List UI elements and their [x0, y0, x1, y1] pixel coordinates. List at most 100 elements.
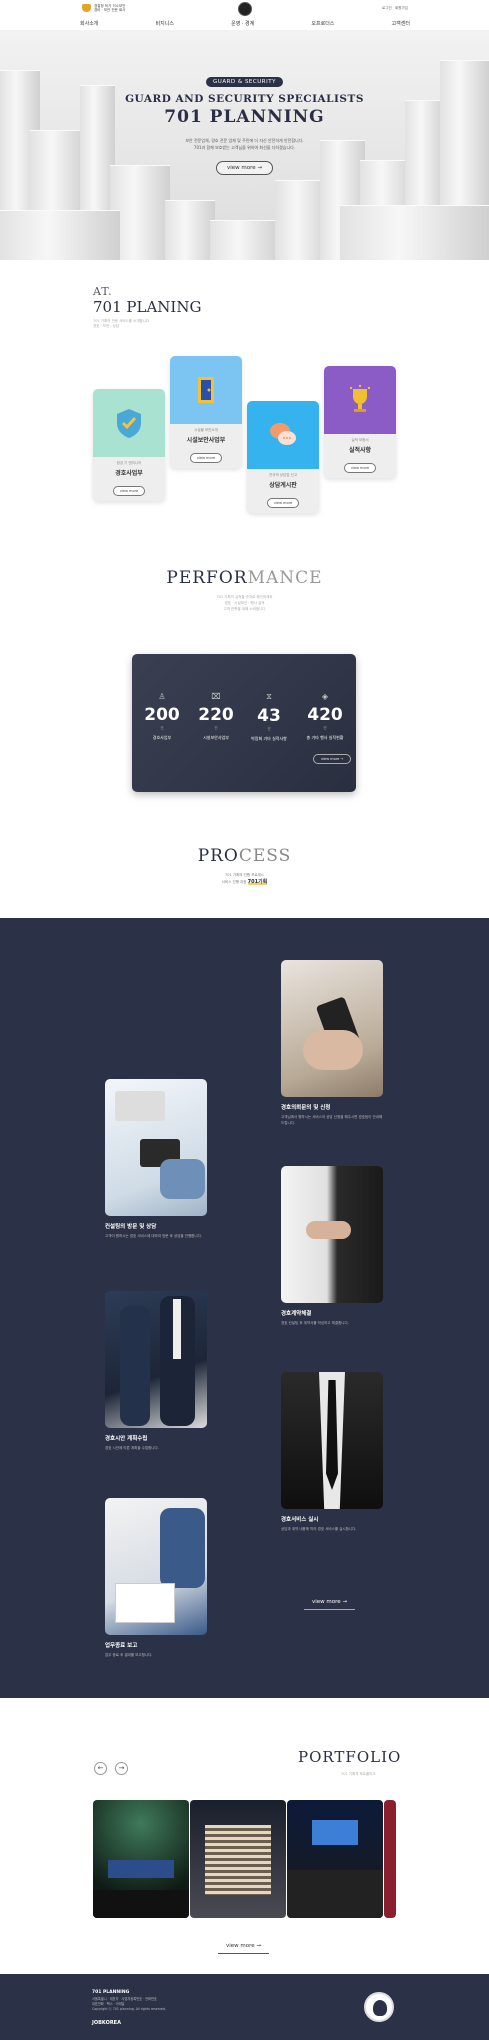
- about-title: 701 PLANING: [93, 298, 202, 316]
- main-nav: 회사소개 비지니스 운영 · 경계 오프로더스 고객센터: [80, 20, 410, 27]
- step-description: 경호 시안에 따른 계획을 수립합니다.: [105, 1446, 159, 1450]
- port-btn-label: view more: [226, 1943, 255, 1949]
- step-title: 경호의뢰문의 및 신청: [281, 1105, 331, 1111]
- stat-unit: 건: [267, 727, 271, 731]
- users-icon: ♙: [158, 692, 166, 701]
- portfolio-subtitle: 701 기획의 포트폴리오: [341, 1772, 376, 1776]
- card-caption: 시설물 보안소개: [194, 428, 218, 432]
- stat-number: 420: [307, 705, 343, 725]
- page: 경찰청 허가 701보안 경비 · 보안 전문 회사 로그인 · 회원가입 회사…: [0, 0, 489, 2040]
- stat-label: 시설보안사업부: [203, 735, 229, 740]
- site-header: 경찰청 허가 701보안 경비 · 보안 전문 회사 로그인 · 회원가입 회사…: [0, 0, 489, 30]
- service-card-consult[interactable]: 전국적 상담업 신고 상담게시판 view more: [247, 401, 319, 513]
- step-title: 경호시안 계획수립: [105, 1436, 148, 1442]
- police-emblem-icon: [82, 4, 91, 12]
- hero-badge: GUARD & SECURITY: [206, 77, 283, 87]
- nav-item-offroaders[interactable]: 오프로더스: [311, 20, 334, 27]
- step-title: 컨설팅의 방문 및 상담: [105, 1224, 157, 1230]
- company-seal-icon: [364, 1992, 394, 2022]
- step-title: 경호계약체결: [281, 1311, 312, 1317]
- nav-item-about[interactable]: 회사소개: [80, 20, 98, 27]
- brand-mark-icon[interactable]: [238, 2, 252, 16]
- step-description: 업무 종료 후 결과를 보고합니다.: [105, 1653, 153, 1657]
- proc-sub-line: 701 기획의 진행 프로세스: [225, 873, 264, 877]
- handshake-image: [281, 1166, 383, 1303]
- about-sub-line: 경호 · 보안 · 상담: [93, 324, 119, 328]
- portfolio-title: PORTFOLIO: [298, 1748, 402, 1766]
- hero-view-more-button[interactable]: view more →: [215, 161, 274, 175]
- card-view-more-button[interactable]: view more: [266, 498, 300, 508]
- stat-label: 경호사업부: [152, 735, 172, 740]
- nav-item-support[interactable]: 고객센터: [392, 20, 410, 27]
- company-logo[interactable]: 경찰청 허가 701보안 경비 · 보안 전문 회사: [82, 4, 125, 12]
- nav-item-operations[interactable]: 운영 · 경계: [231, 20, 254, 27]
- stat-number: 220: [198, 705, 234, 725]
- hero-desc-line: 701과 함께 보호받는 고객님을 위하여 최선을 다하겠습니다.: [193, 145, 296, 150]
- arrow-right-icon: →: [256, 1943, 262, 1949]
- portfolio-item-concert[interactable]: [93, 1800, 189, 1918]
- process-step-1[interactable]: 경호의뢰문의 및 신청 고객님께서 원하시는 서비스의 상담 신청을 해주시면 …: [281, 960, 383, 1126]
- card-title: 실적사항: [348, 447, 372, 454]
- service-card-guard[interactable]: 정성 기 엔지니어 경호사업부 view more: [93, 389, 165, 501]
- service-card-records[interactable]: 실적 보증서 실적사항 view more: [324, 366, 396, 478]
- step-description: 상담과 계약 내용에 따라 경호 서비스를 실시합니다.: [281, 1527, 357, 1531]
- about-at: AT.: [93, 285, 113, 298]
- process-section: [0, 918, 489, 1698]
- portfolio-item-partial[interactable]: [384, 1800, 396, 1918]
- arrow-right-icon: →: [257, 165, 263, 171]
- stat-facility: ⌧ 220 건 시설보안사업부: [191, 692, 241, 741]
- logo-text: 경찰청 허가 701보안 경비 · 보안 전문 회사: [94, 4, 126, 12]
- portfolio-item-building[interactable]: [190, 1800, 286, 1918]
- footer-info: 서울특별시 · 대표자 · 사업자등록번호 · 전화번호 대표전화 · 팩스 ·…: [92, 1997, 166, 2012]
- hero-title: GUARD AND SECURITY SPECIALISTS: [125, 93, 364, 105]
- card-view-more-button[interactable]: view more: [343, 463, 377, 473]
- performance-stats-panel: ♙ 200 건 경호사업부 ⌧ 220 건 시설보안사업부 ⧖ 43 건 박람회…: [132, 654, 356, 792]
- arrow-left-icon[interactable]: ←: [94, 1762, 107, 1775]
- hero-content: GUARD & SECURITY GUARD AND SECURITY SPEC…: [0, 68, 489, 175]
- top-links[interactable]: 로그인 · 회원가입: [382, 6, 408, 11]
- performance-title-dark: PERFOR: [166, 568, 248, 588]
- process-title: PROCESS: [0, 846, 489, 866]
- hero-subtitle: 701 PLANNING: [164, 107, 325, 127]
- about-section-header: AT. 701 PLANING 701 기획의 전문 서비스를 소개합니다 경호…: [93, 285, 201, 329]
- arrow-right-icon: →: [340, 757, 344, 761]
- card-view-more-button[interactable]: view more: [189, 453, 223, 463]
- hero-banner: GUARD & SECURITY GUARD AND SECURITY SPEC…: [0, 30, 489, 260]
- step-description: 고객이 원하시는 경호 서비스에 대하여 방문 후 상담을 진행합니다.: [105, 1234, 202, 1238]
- hero-desc-line: 보안 전문업체, 경호 전문 업체 및 주민에 더 자신 안전하게 안전합니다.: [185, 138, 304, 143]
- stat-unit: 건: [214, 726, 218, 730]
- card-view-more-button[interactable]: view more: [112, 486, 146, 496]
- stat-label: 박람회 기타 실적사항: [251, 736, 287, 741]
- portfolio-view-more-button[interactable]: view more →: [218, 1941, 270, 1954]
- step-description: 경호 컨설팅 후 계약서를 작성하고 체결합니다.: [281, 1321, 349, 1325]
- about-subtitle: 701 기획의 전문 서비스를 소개합니다 경호 · 보안 · 상담: [93, 319, 201, 329]
- camera-off-icon: ⌧: [211, 692, 221, 701]
- process-view-more-button[interactable]: view more →: [304, 1597, 356, 1610]
- stat-unit: 건: [160, 726, 164, 730]
- nav-item-business[interactable]: 비지니스: [156, 20, 174, 27]
- hourglass-icon: ⧖: [266, 692, 272, 701]
- service-card-facility[interactable]: 시설물 보안소개 시설보안사업부 view more: [170, 356, 242, 468]
- business-team-image: [105, 1291, 207, 1428]
- footer-brand[interactable]: JOBKOREA: [92, 2020, 121, 2026]
- process-step-6[interactable]: 업무종료 보고 업무 종료 후 결과를 보고합니다.: [105, 1498, 207, 1659]
- phone-hands-image: [281, 960, 383, 1097]
- stat-label: 총 기타 행사 실적현황: [306, 735, 344, 740]
- process-step-3[interactable]: 경호계약체결 경호 컨설팅 후 계약서를 작성하고 체결합니다.: [281, 1166, 383, 1327]
- hero-description: 보안 전문업체, 경호 전문 업체 및 주민에 더 자신 안전하게 안전합니다.…: [0, 137, 489, 151]
- process-step-4[interactable]: 경호시안 계획수립 경호 시안에 따른 계획을 수립합니다.: [105, 1291, 207, 1452]
- process-step-5[interactable]: 경호서비스 실시 상담과 계약 내용에 따라 경호 서비스를 실시합니다.: [281, 1372, 383, 1533]
- process-highlight: 701기획: [247, 879, 268, 885]
- process-step-2[interactable]: 컨설팅의 방문 및 상담 고객이 원하시는 경호 서비스에 대하여 방문 후 상…: [105, 1079, 207, 1240]
- stat-events: ◈ 420 건 총 기타 행사 실적현황: [300, 692, 350, 741]
- arrow-right-icon[interactable]: →: [115, 1762, 128, 1775]
- step-description: 고객님께서 원하시는 서비스의 상담 신청을 해주시면 경호팀이 안내해 드립니…: [281, 1115, 383, 1125]
- shield-check-icon: [93, 389, 165, 457]
- step-title: 경호서비스 실시: [281, 1517, 319, 1523]
- stat-expo: ⧖ 43 건 박람회 기타 실적사항: [244, 692, 294, 742]
- performance-title: PERFORMANCE: [0, 568, 489, 588]
- card-caption: 전국적 상담업 신고: [269, 473, 297, 477]
- stat-unit: 건: [323, 726, 327, 730]
- performance-view-more-button[interactable]: view more →: [313, 754, 352, 764]
- portfolio-item-conference[interactable]: [287, 1800, 383, 1918]
